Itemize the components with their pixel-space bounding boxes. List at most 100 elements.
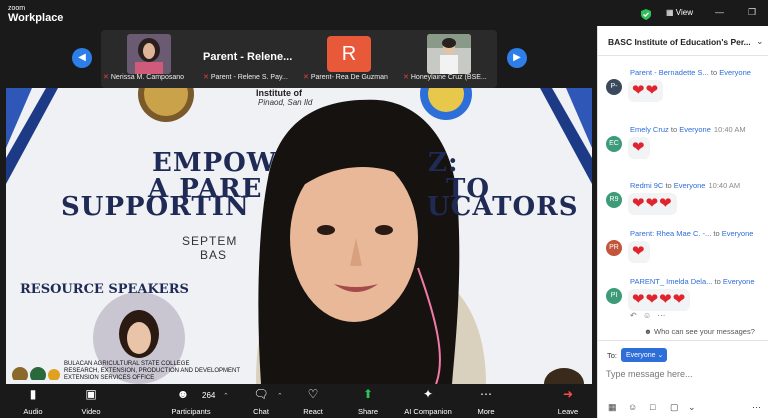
format-icon[interactable]: ▦	[608, 402, 617, 413]
more-icon[interactable]: ⋯	[752, 402, 761, 413]
slide-date: SEPTEM	[182, 234, 238, 248]
shield-icon	[641, 7, 651, 25]
gallery-next-button[interactable]: ▶	[507, 48, 527, 68]
message-bubble: ❤❤❤❤	[628, 289, 691, 311]
sender-name[interactable]: Parent: Rhea Mae C. -...	[630, 229, 711, 238]
emoji-icon[interactable]: ☺	[643, 311, 651, 320]
meeting-area: zoom Workplace ◀ ▶ ✕ Nerissa M. Camposano…	[0, 0, 597, 418]
slide-title-line3: SUPPORTIN	[61, 192, 250, 222]
message-input[interactable]	[606, 366, 761, 382]
chat-bubble-icon: 🗨	[253, 387, 269, 401]
chat-title: BASC Institute of Education's Per...	[608, 37, 750, 47]
reply-icon[interactable]: ↶	[630, 311, 637, 320]
main-video: Institute of Pinaod, San Ild EMPOW Z: A …	[6, 88, 592, 384]
heart-icon: ❤	[645, 82, 659, 99]
message-bubble: ❤	[628, 241, 650, 263]
heart-icon: ❤	[632, 243, 645, 260]
avatar: PI	[606, 288, 622, 304]
chat-panel: BASC Institute of Education's Per... ⌄ P…	[597, 26, 768, 418]
to-label: To:	[607, 351, 618, 360]
heart-icon: ❤	[645, 195, 659, 212]
who-can-see-link[interactable]: ☻ Who can see your messages?	[644, 327, 755, 336]
slide-institute: Institute of	[256, 88, 302, 98]
participant-avatar-initial[interactable]: R	[327, 36, 371, 72]
to-word: to	[665, 181, 672, 190]
participant-video	[427, 34, 471, 74]
heart-icon: ❤	[645, 291, 659, 308]
meeting-toolbar: ▮ Audio ▣ Video ☻ Participants 264 ⌃ 🗨 C…	[0, 384, 597, 418]
react-button[interactable]: ♡ React	[300, 386, 326, 416]
ellipsis-icon[interactable]: ⋯	[657, 311, 665, 320]
more-button[interactable]: ⋯ More	[472, 386, 500, 416]
mic-muted-icon: ✕	[403, 74, 409, 81]
heart-icon: ❤	[672, 291, 686, 308]
participant-tile[interactable]	[127, 34, 171, 74]
message-bubble: ❤❤❤	[628, 193, 677, 215]
sparkle-icon: ✦	[422, 387, 434, 401]
participant-video	[127, 34, 171, 74]
heart-icon: ❤	[632, 82, 645, 99]
chevron-up-icon[interactable]: ⌃	[223, 392, 229, 400]
to-word: to	[670, 125, 678, 134]
screenshot-icon[interactable]: ▢	[670, 402, 679, 413]
share-arrow-icon: ⬆	[362, 387, 374, 401]
file-icon[interactable]: □	[650, 402, 655, 412]
org-logos	[12, 367, 60, 380]
view-button[interactable]: ▦ View	[666, 8, 693, 17]
grid-icon: ▦	[666, 8, 674, 17]
people-icon: ☻	[644, 327, 652, 336]
ai-companion-button[interactable]: ✦ AI Companion	[400, 386, 456, 416]
restore-icon[interactable]: ❐	[748, 7, 756, 18]
message-header: Emely Cruz to Everyone 10:40 AM	[630, 125, 746, 134]
sender-name[interactable]: PARENT_ Imelda Dela...	[630, 277, 712, 286]
participant-name-3: ✕ Parent- Rea De Guzman	[303, 74, 388, 81]
sender-name[interactable]: Parent - Bernadette S...	[630, 68, 709, 77]
heart-icon: ❤	[632, 139, 645, 156]
participant-tile[interactable]	[427, 34, 471, 74]
org-line-3: EXTENSION SERVICES OFFICE	[64, 375, 155, 381]
to-word: to	[714, 277, 721, 286]
recipient-select[interactable]: Everyone ⌄	[621, 348, 667, 362]
sender-name[interactable]: Emely Cruz	[630, 125, 669, 134]
chevron-down-icon[interactable]: ⌄	[688, 402, 696, 413]
avatar: P-	[606, 79, 622, 95]
message-header: Redmi 9C to Everyone 10:40 AM	[630, 181, 740, 190]
heart-outline-icon: ♡	[307, 387, 319, 401]
slide-venue: BAS	[200, 248, 228, 262]
brand-small: zoom	[8, 5, 26, 12]
message-time: 10:40 AM	[708, 181, 741, 190]
avatar: PR	[606, 240, 622, 256]
leave-button[interactable]: ➜ Leave	[554, 386, 582, 416]
divider	[598, 340, 768, 341]
audio-button[interactable]: ▮ Audio	[18, 386, 48, 416]
chat-button[interactable]: 🗨 Chat	[248, 386, 274, 416]
active-speaker-label: Parent - Relene...	[203, 51, 293, 63]
gallery-prev-button[interactable]: ◀	[72, 48, 92, 68]
chevron-left-icon: ◀	[78, 52, 86, 63]
participant-name-1: ✕ Nerissa M. Camposano	[103, 74, 185, 81]
recipient-name: Everyone	[721, 229, 754, 238]
participant-count: 264	[202, 391, 216, 400]
slide-location: Pinaod, San Ild	[258, 98, 313, 107]
slide-resource-speakers: RESOURCE SPEAKERS	[20, 282, 189, 297]
emoji-icon[interactable]: ☺	[628, 402, 637, 412]
chevron-down-icon[interactable]: ⌄	[756, 36, 764, 47]
to-word: to	[713, 229, 720, 238]
chevron-up-icon[interactable]: ⌃	[277, 392, 283, 400]
heart-icon: ❤	[632, 195, 645, 212]
message-header: Parent: Rhea Mae C. -... to Everyone	[630, 229, 753, 238]
org-line-2: RESEARCH, EXTENSION, PRODUCTION AND DEVE…	[64, 368, 241, 374]
message-time: 10:40 AM	[713, 125, 746, 134]
sender-name[interactable]: Redmi 9C	[630, 181, 663, 190]
participant-name-4: ✕ Honeylaine Cruz (BSE...	[403, 74, 487, 81]
heart-icon: ❤	[659, 291, 672, 308]
message-actions: ↶ ☺ ⋯	[630, 311, 665, 320]
slide-title-line3b: UCATORS	[427, 192, 579, 222]
heart-icon: ❤	[632, 291, 645, 308]
video-button[interactable]: ▣ Video	[76, 386, 106, 416]
minimize-icon[interactable]: —	[715, 7, 724, 17]
zoom-app: zoom Workplace ◀ ▶ ✕ Nerissa M. Camposano…	[0, 0, 768, 418]
recipient-name: Everyone	[679, 125, 711, 134]
share-button[interactable]: ⬆ Share	[354, 386, 382, 416]
recipient-name: Everyone	[673, 181, 706, 190]
